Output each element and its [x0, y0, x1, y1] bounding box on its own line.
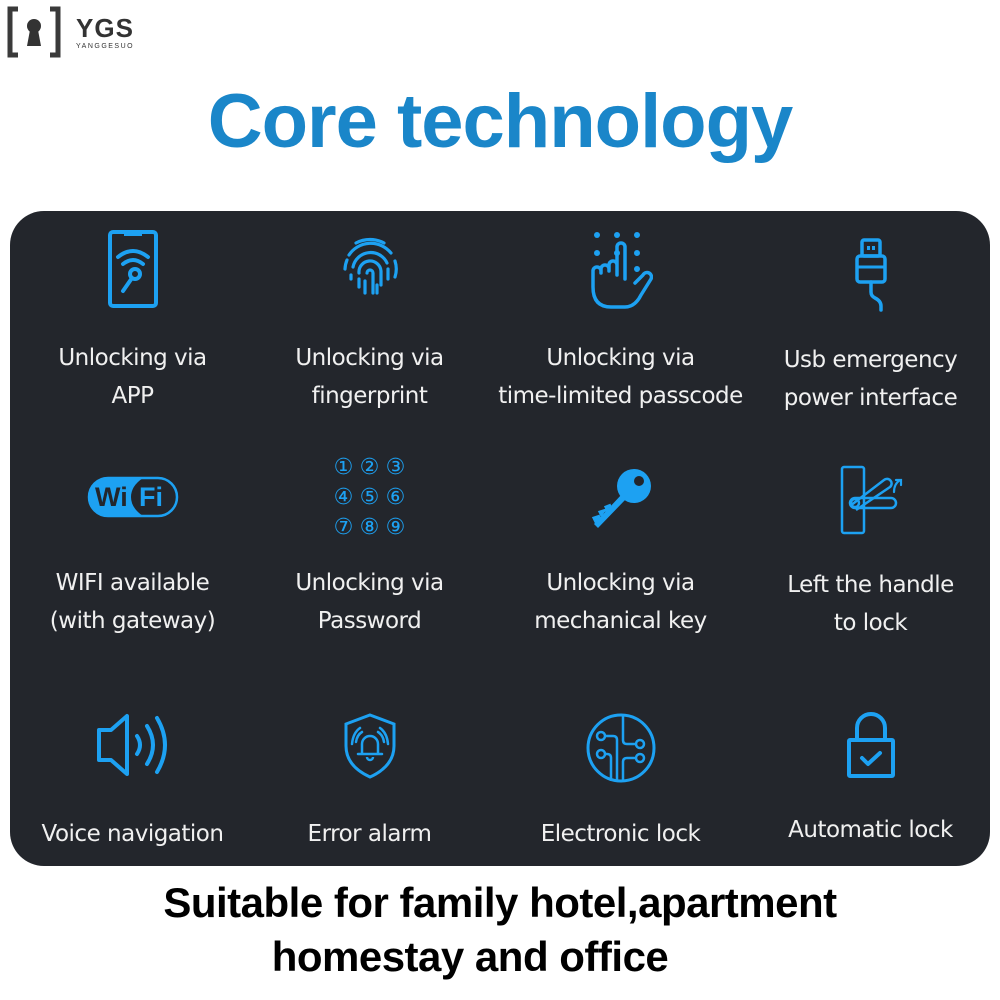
- circuit-icon: [585, 712, 657, 784]
- feature-password: ① ② ③ ④ ⑤ ⑥ ⑦ ⑧ ⑨ Unlocking via Password: [247, 436, 492, 651]
- door-handle-icon: [836, 464, 906, 536]
- feature-label: Error alarm: [307, 821, 432, 847]
- key-5: ⑤: [359, 485, 380, 510]
- key-2: ②: [359, 455, 380, 480]
- feature-label: Unlocking via time-limited passcode: [498, 345, 743, 409]
- brand-logo: YGS YANGGESUO: [6, 6, 134, 58]
- feature-label: Electronic lock: [540, 821, 701, 847]
- footer-line-1: Suitable for family hotel,apartment: [163, 879, 837, 926]
- feature-automatic-lock: Automatic lock: [748, 666, 993, 866]
- feature-label: Unlocking via APP: [58, 345, 207, 409]
- feature-electronic-lock: Electronic lock: [498, 666, 743, 866]
- padlock-check-icon: [845, 710, 897, 780]
- brand-subtitle: YANGGESUO: [76, 42, 135, 50]
- key-9: ⑨: [385, 515, 406, 540]
- svg-text:Wi: Wi: [95, 482, 128, 512]
- feature-usb: Usb emergency power interface: [748, 211, 993, 426]
- usb-plug-icon: [851, 237, 891, 313]
- brand-name: YGS: [76, 12, 134, 43]
- features-panel: Unlocking via APP Unlocking via fingerpr…: [10, 211, 990, 866]
- feature-mechanical-key: Unlocking via mechanical key: [498, 436, 743, 651]
- feature-label: Unlocking via fingerprint: [295, 345, 444, 409]
- fingerprint-icon: [337, 233, 403, 299]
- feature-error-alarm: Error alarm: [247, 666, 492, 866]
- feature-label: WIFI available (with gateway): [49, 570, 216, 634]
- key-3: ③: [385, 455, 406, 480]
- key-6: ⑥: [385, 485, 406, 510]
- feature-app: Unlocking via APP: [10, 211, 255, 426]
- feature-handle-lock: Left the handle to lock: [748, 436, 993, 651]
- keypad-grid: ① ② ③ ④ ⑤ ⑥ ⑦ ⑧ ⑨: [331, 456, 409, 539]
- wifi-icon: Wi Fi: [87, 476, 179, 518]
- feature-label: Left the handle to lock: [787, 572, 954, 636]
- feature-label: Unlocking via Password: [295, 570, 444, 634]
- key-4: ④: [333, 485, 354, 510]
- feature-voice: Voice navigation: [10, 666, 255, 866]
- feature-label: Voice navigation: [41, 821, 224, 847]
- key-icon: [586, 466, 656, 532]
- keyhole-bracket-icon: [6, 6, 62, 58]
- key-1: ①: [333, 455, 354, 480]
- speaker-icon: [95, 712, 171, 778]
- feature-fingerprint: Unlocking via fingerprint: [247, 211, 492, 426]
- key-7: ⑦: [333, 515, 354, 540]
- keypad-icon: ① ② ③ ④ ⑤ ⑥ ⑦ ⑧ ⑨: [331, 456, 409, 539]
- feature-label: Automatic lock: [788, 817, 953, 843]
- phone-app-key-icon: [106, 229, 160, 309]
- page-title: Core technology: [207, 79, 794, 164]
- feature-wifi: Wi Fi WIFI available (with gateway): [10, 436, 255, 651]
- key-8: ⑧: [359, 515, 380, 540]
- feature-label: Usb emergency power interface: [783, 347, 958, 411]
- svg-text:Fi: Fi: [139, 482, 163, 512]
- feature-label: Unlocking via mechanical key: [534, 570, 707, 634]
- footer-line-2: homestay and office: [271, 933, 669, 980]
- touch-passcode-icon: [589, 229, 653, 311]
- feature-passcode: Unlocking via time-limited passcode: [498, 211, 743, 426]
- shield-alarm-icon: [342, 712, 398, 780]
